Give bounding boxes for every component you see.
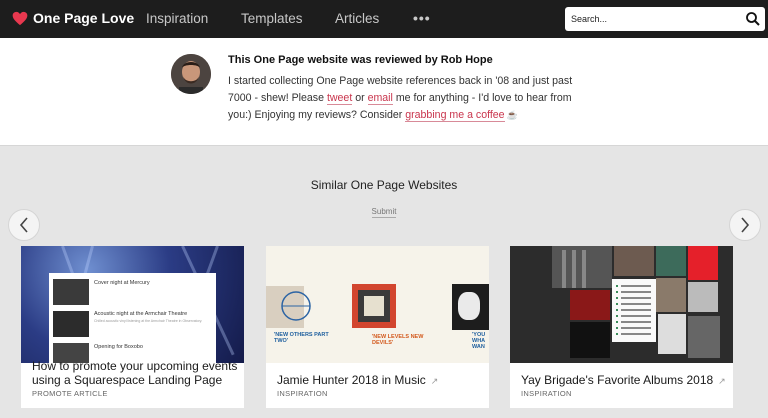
thumbnail-row-text: Cover night at Mercury [94,280,150,286]
card-thumbnail[interactable] [510,246,733,363]
card-title-text[interactable]: Jamie Hunter 2018 in Music [277,373,426,387]
card-tag[interactable]: INSPIRATION [277,389,328,398]
search-input[interactable] [571,11,741,27]
coffee-cup-icon: ☕ [506,110,518,120]
review-title: This One Page website was reviewed by Ro… [228,54,493,66]
carousel-next-button[interactable] [729,209,761,241]
review-section: This One Page website was reviewed by Ro… [0,38,768,146]
chevron-right-icon [741,217,750,233]
nav-inspiration[interactable]: Inspiration [146,11,208,26]
submit-link-wrap: Submit [0,207,768,218]
site-card[interactable]: Cover night at Mercury Acoustic night at… [21,246,244,408]
review-text: I started collecting One Page website re… [228,73,573,124]
site-card[interactable]: 'NEW OTHERS PART TWO' 'NEW LEVELS NEW DE… [266,246,489,408]
external-link-icon[interactable]: ↗ [718,376,726,386]
thumbnail-album-list [612,279,656,342]
card-title[interactable]: Yay Brigade's Favorite Albums 2018 ↗ [521,373,726,388]
submit-link[interactable]: Submit [371,207,397,218]
coffee-link[interactable]: grabbing me a coffee [405,109,505,122]
logo[interactable]: One Page Love [12,10,134,26]
tweet-link[interactable]: tweet [326,92,353,105]
thumbnail-row-text: Opening for Boxobo [94,344,143,350]
thumbnail-caption: 'NEW LEVELS NEW DEVILS' [372,334,424,346]
external-link-icon[interactable]: ↗ [431,376,439,386]
card-title[interactable]: Jamie Hunter 2018 in Music ↗ [277,373,438,388]
avatar [171,54,211,94]
thumbnail-row-text: Acoustic night at the Armchair Theatre [94,311,188,317]
heart-icon [12,11,28,25]
card-title[interactable]: How to promote your upcoming events usin… [32,359,242,387]
top-nav-bar: One Page Love Inspiration Templates Arti… [0,0,768,38]
card-thumbnail[interactable]: 'NEW OTHERS PART TWO' 'NEW LEVELS NEW DE… [266,246,489,363]
search-box [565,7,765,31]
similar-section-title: Similar One Page Websites [310,178,458,192]
review-text-part: or [352,92,368,104]
nav-articles[interactable]: Articles [335,11,379,26]
thumbnail-caption: 'NEW OTHERS PART TWO' [274,332,329,344]
site-card[interactable]: Yay Brigade's Favorite Albums 2018 ↗ INSP… [510,246,733,408]
card-title-text[interactable]: Yay Brigade's Favorite Albums 2018 [521,373,713,387]
thumbnail-caption: 'YOU WHA WAN [472,332,486,350]
search-icon[interactable] [745,11,761,27]
email-link[interactable]: email [367,92,393,105]
thumbnail-event-list: Cover night at Mercury Acoustic night at… [49,273,216,363]
thumbnail-row-sub: Chilled acoustic vinyl listening at the … [94,319,203,323]
more-menu-button[interactable]: ••• [413,10,431,26]
card-tag[interactable]: INSPIRATION [521,389,572,398]
card-thumbnail[interactable]: Cover night at Mercury Acoustic night at… [21,246,244,363]
logo-text: One Page Love [33,10,135,26]
nav-templates[interactable]: Templates [241,11,303,26]
carousel-prev-button[interactable] [8,209,40,241]
card-tag[interactable]: PROMOTE ARTICLE [32,389,108,398]
chevron-left-icon [19,217,28,233]
